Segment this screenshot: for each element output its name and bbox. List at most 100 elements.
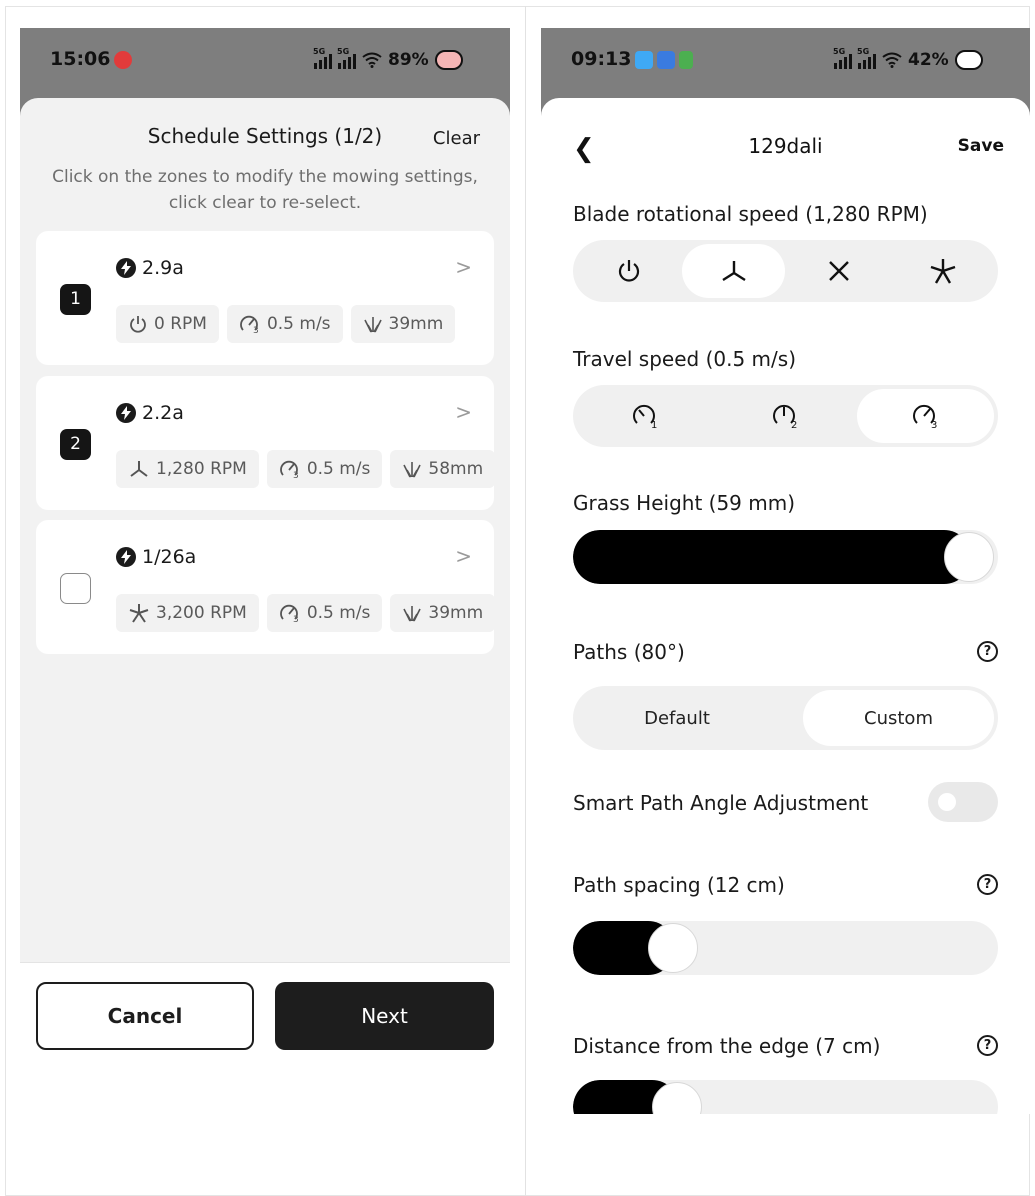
edge-distance-slider[interactable] [573,1080,998,1114]
speedometer-icon: 3 [279,604,299,623]
next-button[interactable]: Next [275,982,494,1050]
speed-chip: 3 0.5 m/s [266,450,383,488]
signal-5g-icon: 5G [337,47,356,69]
speedometer-icon: 3 [279,460,299,479]
zone-settings-chips: 3,200 RPM 3 0.5 m/s 39mm [116,594,494,632]
height-chip: 58mm [390,450,494,488]
slider-knob[interactable] [944,532,994,582]
footer-divider [20,962,510,963]
paths-default-option[interactable]: Default [577,690,777,746]
toggle-knob [938,793,956,811]
zone-name: 2.2a [116,402,184,424]
travel-speed-3-option[interactable]: 3 [857,389,994,443]
zone-name: 2.9a [116,257,184,279]
smart-path-label: Smart Path Angle Adjustment [573,791,869,815]
grass-height-slider[interactable] [573,530,998,584]
help-icon[interactable]: ? [977,874,998,895]
path-spacing-label: Path spacing (12 cm) [573,873,785,897]
svg-text:2: 2 [791,420,797,429]
zone-checkbox-unchecked[interactable] [60,573,91,604]
zone-settings-chips: 1,280 RPM 3 0.5 m/s 58mm [116,450,494,488]
blade-3-icon [130,461,148,477]
grass-icon [403,462,422,478]
travel-speed-2-option[interactable]: 2 [716,389,855,443]
rpm-chip: 0 RPM [116,305,219,343]
signal-5g-icon: 5G [857,47,876,69]
path-spacing-slider[interactable] [573,921,998,975]
paths-custom-option[interactable]: Custom [803,690,994,746]
status-icons: 5G 5G 89% [313,47,463,70]
speedometer-3-icon: 3 [912,404,937,429]
travel-speed-1-option[interactable]: 1 [577,389,714,443]
battery-percent: 89% [388,50,429,70]
zone-title: 129dali [748,134,823,158]
bolt-icon [116,547,136,567]
power-icon [130,316,146,333]
zone-card[interactable]: 1/26a > 3,200 RPM 3 0.5 m/s 39mm [36,520,494,654]
power-icon [618,260,639,282]
paths-label: Paths (80°) [573,640,685,664]
chevron-right-icon: > [455,544,472,568]
travel-speed-label: Travel speed (0.5 m/s) [573,347,796,371]
schedule-settings-screen: 15:06 5G 5G 89% Schedule Settings (1/2) … [20,28,510,1114]
blade-mid-option[interactable] [787,244,890,298]
travel-speed-selector: 1 2 3 [573,385,998,447]
chevron-right-icon: > [455,255,472,279]
svg-text:1: 1 [651,420,657,429]
zone-settings-chips: 0 RPM 3 0.5 m/s 39mm [116,305,456,343]
battery-cloud-icon [954,50,983,70]
notification-app-icon [635,50,654,69]
status-time: 09:13 [571,48,694,70]
svg-text:3: 3 [293,471,299,479]
status-time: 15:06 [50,48,133,70]
signal-5g-icon: 5G [833,47,852,69]
status-icons: 5G 5G 42% [833,47,983,70]
zone-name: 1/26a [116,546,196,568]
notification-app-icon [657,50,676,69]
bolt-icon [116,258,136,278]
wifi-icon [362,52,382,68]
zone-checkbox-checked[interactable]: 1 [60,284,91,315]
zone-checkbox-checked[interactable]: 2 [60,429,91,460]
save-button[interactable]: Save [958,136,1004,156]
slider-knob[interactable] [648,923,698,973]
battery-cloud-icon [434,50,463,70]
speed-chip: 3 0.5 m/s [226,305,343,343]
blade-speed-selector [573,240,998,302]
smart-path-toggle[interactable] [928,782,998,822]
clear-button[interactable]: Clear [433,128,480,149]
blade-5-icon [129,604,149,623]
blade-low-option[interactable] [682,244,785,298]
zone-card[interactable]: 2 2.2a > 1,280 RPM 3 0.5 m/s 58mm [36,376,494,510]
blade-speed-label: Blade rotational speed (1,280 RPM) [573,202,928,226]
blade-5-icon [930,259,955,284]
blade-4-icon [828,261,849,281]
speedometer-1-icon: 1 [632,404,657,429]
cancel-button[interactable]: Cancel [36,982,254,1050]
rpm-chip: 3,200 RPM [116,594,259,632]
paths-selector: Default Custom [573,686,998,750]
notification-app-icon [679,50,694,69]
notification-emoji-icon [114,50,133,69]
height-chip: 39mm [390,594,494,632]
help-icon[interactable]: ? [977,641,998,662]
help-icon[interactable]: ? [977,1035,998,1056]
grass-icon [363,317,382,333]
blade-off-option[interactable] [577,244,680,298]
svg-text:3: 3 [293,615,299,623]
panel-divider [525,6,526,1196]
svg-text:3: 3 [253,326,259,334]
zone-card[interactable]: 1 2.9a > 0 RPM 3 0.5 m/s 39mm [36,231,494,365]
bottom-sheet: Schedule Settings (1/2) Clear Click on t… [20,98,510,962]
grass-height-label: Grass Height (59 mm) [573,491,796,515]
bolt-icon [116,403,136,423]
speedometer-2-icon: 2 [772,404,797,429]
zone-settings-screen: 09:13 5G 5G 42% ❮ 129dali Save Blade rot… [541,28,1030,1114]
edge-distance-label: Distance from the edge (7 cm) [573,1034,881,1058]
height-chip: 39mm [350,305,456,343]
blade-3-icon [721,261,746,282]
signal-5g-icon: 5G [313,47,332,69]
wifi-icon [882,52,902,68]
rpm-chip: 1,280 RPM [116,450,259,488]
blade-high-option[interactable] [891,244,994,298]
